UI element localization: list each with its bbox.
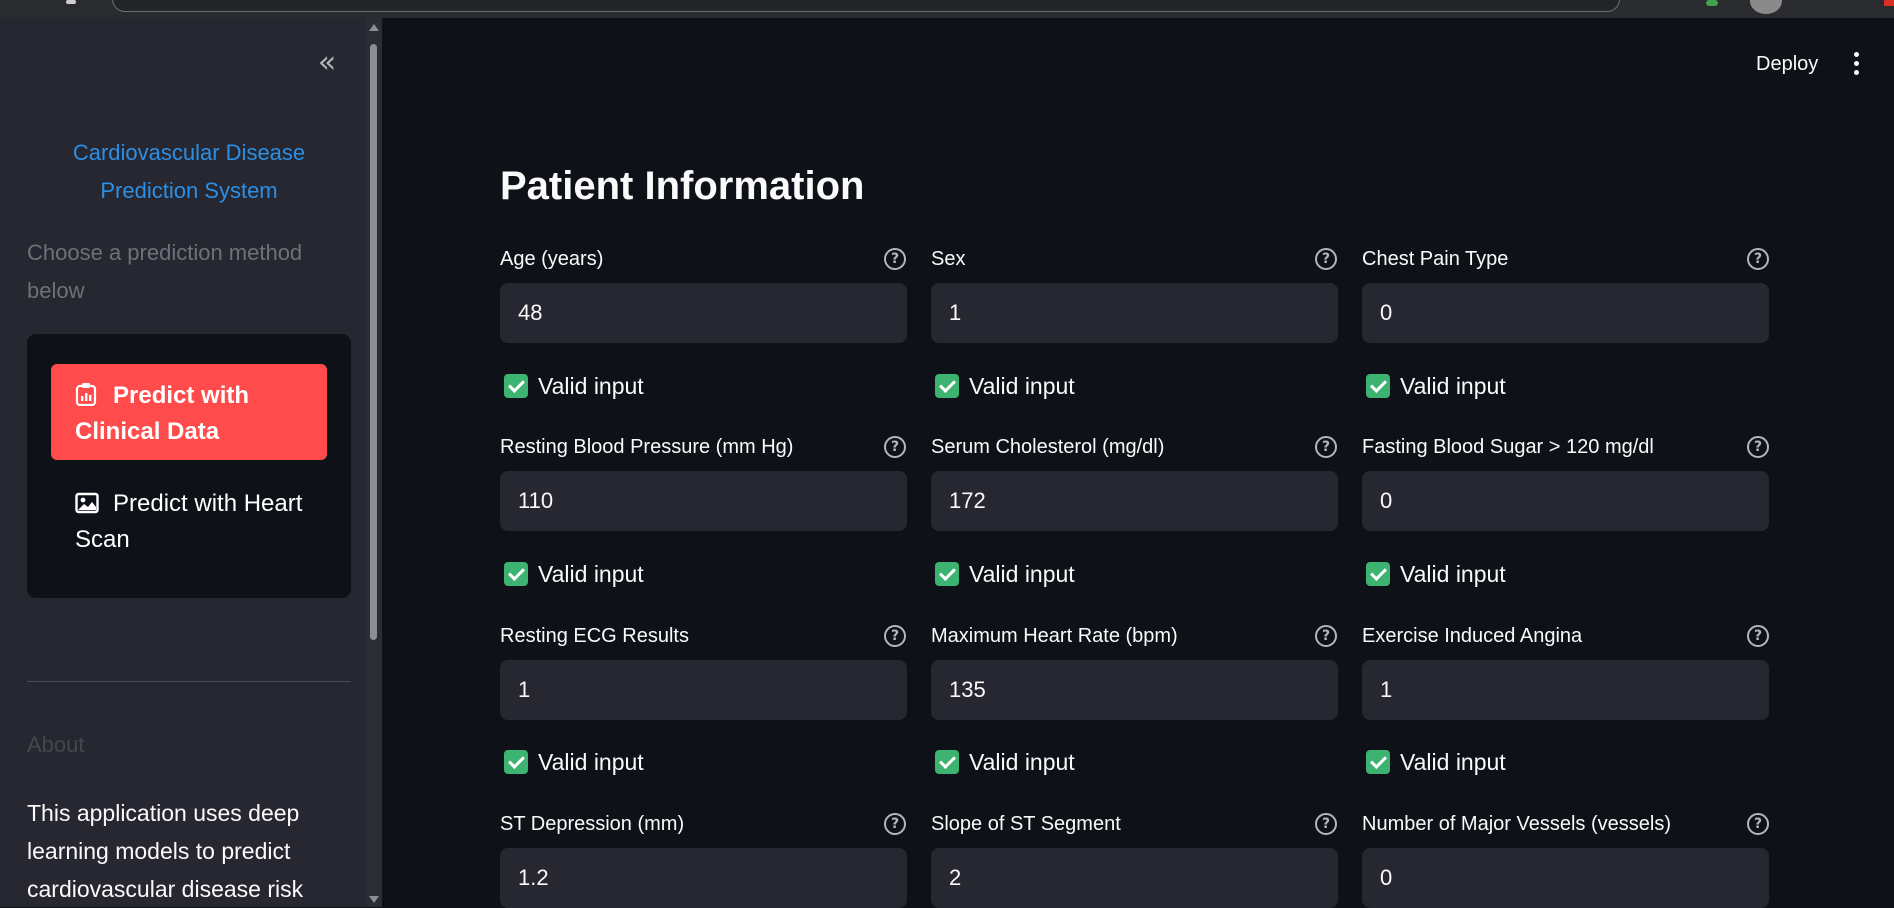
- valid-input-text: Valid input: [538, 561, 644, 587]
- age-input[interactable]: [500, 283, 907, 343]
- help-icon[interactable]: ?: [884, 813, 906, 835]
- sidebar-scrollbar[interactable]: [366, 18, 382, 907]
- prediction-method-menu: Predict with Clinical Data Predict with …: [27, 334, 351, 598]
- field-label-st-depression: ST Depression (mm): [500, 813, 685, 835]
- check-icon: [1366, 750, 1390, 774]
- clipboard-icon: [75, 381, 97, 407]
- valid-input-text: Valid input: [1400, 749, 1506, 775]
- valid-input-message: Valid input: [1366, 560, 1506, 588]
- field-label-chest-pain-type: Chest Pain Type: [1362, 248, 1509, 270]
- help-icon[interactable]: ?: [1315, 625, 1337, 647]
- valid-input-message: Valid input: [935, 372, 1075, 400]
- extension-icon[interactable]: [1706, 0, 1718, 6]
- image-icon: [75, 489, 99, 514]
- check-icon: [1366, 374, 1390, 398]
- st-slope-input[interactable]: [931, 848, 1338, 908]
- field-label-max-heart-rate: Maximum Heart Rate (bpm): [931, 625, 1178, 647]
- help-icon[interactable]: ?: [1747, 248, 1769, 270]
- predict-clinical-data-label: Predict with Clinical Data: [75, 382, 250, 445]
- predict-heart-scan-label: Predict with Heart Scan: [75, 490, 303, 553]
- exercise-angina-input[interactable]: [1362, 660, 1769, 720]
- valid-input-text: Valid input: [538, 373, 644, 399]
- sidebar-subtitle: Choose a prediction method below: [27, 240, 303, 303]
- major-vessels-input[interactable]: [1362, 848, 1769, 908]
- field-label-st-slope: Slope of ST Segment: [931, 813, 1121, 835]
- field-label-fasting-blood-sugar: Fasting Blood Sugar > 120 mg/dl: [1362, 436, 1654, 458]
- help-icon[interactable]: ?: [884, 248, 906, 270]
- valid-input-text: Valid input: [1400, 561, 1506, 587]
- deploy-button[interactable]: Deploy: [1740, 44, 1834, 84]
- scroll-up-icon[interactable]: [369, 24, 379, 31]
- field-label-major-vessels: Number of Major Vessels (vessels): [1362, 813, 1671, 835]
- field-label-exercise-angina: Exercise Induced Angina: [1362, 625, 1583, 647]
- browser-back-icon[interactable]: [66, 0, 76, 4]
- about-heading: About: [27, 732, 85, 757]
- scrollbar-thumb[interactable]: [370, 44, 377, 640]
- valid-input-message: Valid input: [504, 372, 644, 400]
- help-icon[interactable]: ?: [1747, 813, 1769, 835]
- chevrons-left-icon: «: [317, 45, 337, 80]
- sidebar-divider: [27, 681, 351, 682]
- valid-input-text: Valid input: [1400, 373, 1506, 399]
- check-icon: [504, 750, 528, 774]
- valid-input-message: Valid input: [935, 748, 1075, 776]
- field-label-resting-bp: Resting Blood Pressure (mm Hg): [500, 436, 794, 458]
- browser-address-bar[interactable]: [112, 0, 1620, 12]
- browser-toolbar: [0, 0, 1894, 18]
- valid-input-text: Valid input: [969, 373, 1075, 399]
- valid-input-text: Valid input: [538, 749, 644, 775]
- check-icon: [1366, 562, 1390, 586]
- help-icon[interactable]: ?: [1747, 436, 1769, 458]
- help-icon[interactable]: ?: [1315, 248, 1337, 270]
- sex-input[interactable]: [931, 283, 1338, 343]
- check-icon: [935, 374, 959, 398]
- valid-input-message: Valid input: [504, 560, 644, 588]
- help-icon[interactable]: ?: [1315, 813, 1337, 835]
- help-icon[interactable]: ?: [884, 436, 906, 458]
- valid-input-message: Valid input: [935, 560, 1075, 588]
- page-title: Patient Information: [500, 164, 865, 208]
- max-heart-rate-input[interactable]: [931, 660, 1338, 720]
- kebab-menu-icon[interactable]: [1846, 50, 1868, 78]
- valid-input-text: Valid input: [969, 561, 1075, 587]
- help-icon[interactable]: ?: [1315, 436, 1337, 458]
- help-icon[interactable]: ?: [1747, 625, 1769, 647]
- help-icon[interactable]: ?: [884, 625, 906, 647]
- check-icon: [935, 750, 959, 774]
- field-label-cholesterol: Serum Cholesterol (mg/dl): [931, 436, 1165, 458]
- cholesterol-input[interactable]: [931, 471, 1338, 531]
- check-icon: [935, 562, 959, 586]
- sidebar-title: Cardiovascular Disease Prediction System: [72, 140, 306, 203]
- field-label-resting-ecg: Resting ECG Results: [500, 625, 689, 647]
- notification-indicator: [1884, 0, 1894, 6]
- resting-bp-input[interactable]: [500, 471, 907, 531]
- valid-input-message: Valid input: [504, 748, 644, 776]
- st-depression-input[interactable]: [500, 848, 907, 908]
- about-text: This application uses deep learning mode…: [27, 800, 304, 902]
- valid-input-message: Valid input: [1366, 748, 1506, 776]
- predict-clinical-data-button[interactable]: Predict with Clinical Data: [51, 364, 327, 460]
- collapse-sidebar-button[interactable]: «: [310, 48, 344, 80]
- field-label-age: Age (years): [500, 248, 604, 270]
- chest-pain-type-input[interactable]: [1362, 283, 1769, 343]
- check-icon: [504, 374, 528, 398]
- profile-avatar[interactable]: [1750, 0, 1782, 14]
- valid-input-message: Valid input: [1366, 372, 1506, 400]
- predict-heart-scan-button[interactable]: Predict with Heart Scan: [51, 482, 327, 566]
- valid-input-text: Valid input: [969, 749, 1075, 775]
- field-label-sex: Sex: [931, 248, 966, 270]
- check-icon: [504, 562, 528, 586]
- fasting-blood-sugar-input[interactable]: [1362, 471, 1769, 531]
- scroll-down-icon[interactable]: [369, 896, 379, 903]
- resting-ecg-input[interactable]: [500, 660, 907, 720]
